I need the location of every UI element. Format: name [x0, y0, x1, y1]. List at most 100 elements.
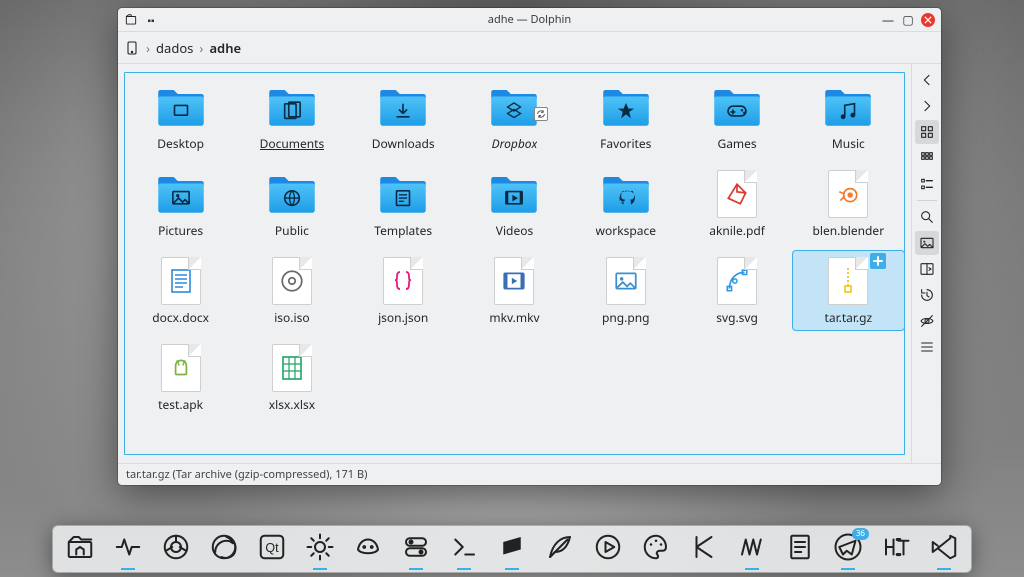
window-body: Desktop Documents Downloads Dropbox Favo… [118, 64, 941, 463]
dock-K-button[interactable] [685, 530, 723, 568]
folder-icon [377, 168, 429, 220]
files-grid: Desktop Documents Downloads Dropbox Favo… [125, 77, 904, 417]
breadcrumb-parent[interactable]: dados [156, 39, 193, 57]
dock-media-button[interactable] [589, 530, 627, 568]
nav-back-button[interactable] [915, 68, 939, 92]
dock-firefox-button[interactable] [205, 530, 243, 568]
location-toolbar: › dados › adhe [118, 32, 941, 64]
file-item-test-apk[interactable]: test.apk [125, 338, 236, 417]
file-icon [822, 168, 874, 220]
file-icon [488, 255, 540, 307]
dock-tweaks-button[interactable] [397, 530, 435, 568]
view-compact-button[interactable] [915, 146, 939, 170]
dock-terminal-button[interactable] [445, 530, 483, 568]
file-item-iso-iso[interactable]: iso.iso [236, 251, 347, 330]
folder-icon [488, 81, 540, 133]
K-icon [689, 532, 719, 567]
item-label: Documents [260, 135, 325, 152]
maximize-button[interactable]: ▢ [901, 13, 915, 27]
dock-vscode-button[interactable] [925, 530, 963, 568]
home-folder-icon [65, 532, 95, 567]
history-button[interactable] [915, 283, 939, 307]
file-icon [600, 255, 652, 307]
breadcrumb-current[interactable]: adhe [209, 39, 241, 57]
split-button[interactable] [915, 257, 939, 281]
running-indicator [409, 568, 423, 570]
app-menu-icon[interactable] [124, 13, 138, 27]
folder-item-workspace[interactable]: workspace [570, 164, 681, 243]
item-label: mkv.mkv [489, 309, 539, 326]
file-item-svg-svg[interactable]: svg.svg [681, 251, 792, 330]
find-button[interactable] [915, 205, 939, 229]
file-icon [711, 255, 763, 307]
view-details-button[interactable] [915, 172, 939, 196]
dock-telegram-button[interactable]: 36 [829, 530, 867, 568]
file-item-blen-blender[interactable]: blen.blender [793, 164, 904, 243]
folder-icon [822, 81, 874, 133]
file-icon [822, 255, 874, 307]
file-icon [266, 342, 318, 394]
hidden-button[interactable] [915, 309, 939, 333]
palette-icon [641, 532, 671, 567]
dock-chrome-button[interactable] [157, 530, 195, 568]
chrome-icon [161, 532, 191, 567]
feather-icon [545, 532, 575, 567]
dock-qt-button[interactable]: Qt [253, 530, 291, 568]
dock-settings-button[interactable] [301, 530, 339, 568]
breadcrumb-separator: › [199, 39, 203, 57]
file-item-mkv-mkv[interactable]: mkv.mkv [459, 251, 570, 330]
minimize-button[interactable]: — [881, 13, 895, 27]
file-item-docx-docx[interactable]: docx.docx [125, 251, 236, 330]
folder-icon [155, 81, 207, 133]
folder-item-public[interactable]: Public [236, 164, 347, 243]
folder-item-music[interactable]: Music [793, 77, 904, 156]
pin-icon[interactable]: ▪▪ [144, 13, 158, 27]
dock-notes-button[interactable] [781, 530, 819, 568]
menu-button[interactable] [915, 335, 939, 359]
preview-button[interactable] [915, 231, 939, 255]
folder-item-documents[interactable]: Documents [236, 77, 347, 156]
file-item-json-json[interactable]: json.json [348, 251, 459, 330]
file-item-xlsx-xlsx[interactable]: xlsx.xlsx [236, 338, 347, 417]
dock-files-button[interactable] [61, 530, 99, 568]
folder-item-templates[interactable]: Templates [348, 164, 459, 243]
hT-icon [881, 532, 911, 567]
folder-item-games[interactable]: Games [681, 77, 792, 156]
dock-writer-button[interactable] [541, 530, 579, 568]
folder-item-desktop[interactable]: Desktop [125, 77, 236, 156]
dock-monitor-button[interactable] [109, 530, 147, 568]
item-label: xlsx.xlsx [269, 396, 315, 413]
file-item-png-png[interactable]: png.png [570, 251, 681, 330]
dock-audio-button[interactable] [733, 530, 771, 568]
folder-item-pictures[interactable]: Pictures [125, 164, 236, 243]
file-item-tar-tar-gz[interactable]: tar.tar.gz [793, 251, 904, 330]
nav-forward-button[interactable] [915, 94, 939, 118]
vscode-icon [929, 532, 959, 567]
view-icons-button[interactable] [915, 120, 939, 144]
files-pane[interactable]: Desktop Documents Downloads Dropbox Favo… [118, 64, 911, 463]
dock-gimp-button[interactable] [349, 530, 387, 568]
folder-item-dropbox[interactable]: Dropbox [459, 77, 570, 156]
dock-paint-button[interactable] [637, 530, 675, 568]
separator [917, 200, 937, 201]
item-label: Games [717, 135, 756, 152]
running-indicator [745, 568, 759, 570]
file-item-aknile-pdf[interactable]: aknile.pdf [681, 164, 792, 243]
pulse-icon [113, 532, 143, 567]
folder-item-videos[interactable]: Videos [459, 164, 570, 243]
close-button[interactable] [921, 13, 935, 27]
dolphin-window: ▪▪ adhe — Dolphin — ▢ › dados › adhe [118, 8, 941, 485]
folder-item-downloads[interactable]: Downloads [348, 77, 459, 156]
breadcrumb-separator: › [146, 39, 150, 57]
badge: 36 [852, 528, 869, 540]
item-label: iso.iso [274, 309, 309, 326]
item-label: aknile.pdf [709, 222, 765, 239]
dock-typography-button[interactable] [877, 530, 915, 568]
item-label: png.png [602, 309, 650, 326]
file-icon [155, 255, 207, 307]
folder-item-favorites[interactable]: Favorites [570, 77, 681, 156]
device-icon[interactable] [124, 40, 140, 56]
item-label: Videos [496, 222, 533, 239]
dock-sublime-button[interactable] [493, 530, 531, 568]
running-indicator [121, 568, 135, 570]
